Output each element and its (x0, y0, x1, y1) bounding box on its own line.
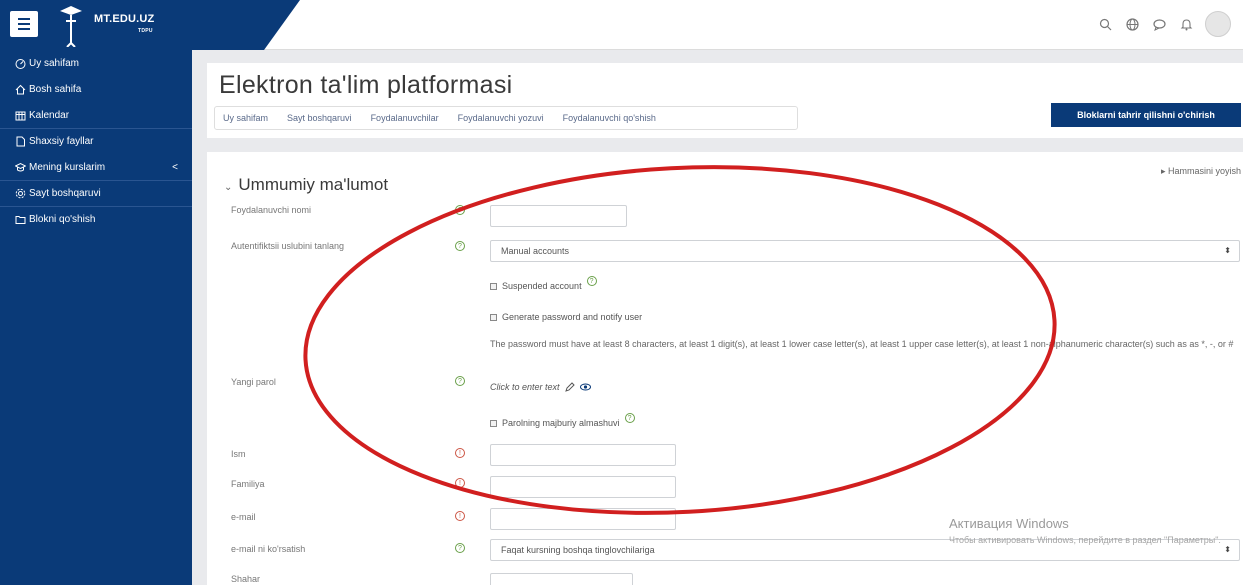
eye-icon[interactable] (579, 383, 591, 391)
required-icon: ! (455, 511, 465, 521)
graduate-logo-icon (60, 6, 82, 47)
windows-activation-subtitle: Чтобы активировать Windows, перейдите в … (949, 535, 1221, 545)
chat-icon[interactable] (1151, 16, 1167, 32)
page-title: Elektron ta'lim platformasi (219, 71, 513, 99)
sidebar-item-label: Shaxsiy fayllar (29, 136, 94, 147)
breadcrumb: Uy sahifam Sayt boshqaruvi Foydalanuvchi… (214, 106, 798, 130)
generate-password-checkbox[interactable] (490, 313, 497, 321)
page-header: Elektron ta'lim platformasi Uy sahifam S… (207, 63, 1243, 138)
email-label: e-mail (231, 512, 256, 522)
new-password-label: Yangi parol (231, 377, 276, 387)
graduation-cap-icon (15, 162, 26, 171)
sidebar-item-label: Bosh sahifa (29, 83, 82, 95)
calendar-icon (15, 111, 26, 120)
select-arrow-icon: ⬍ (1224, 545, 1231, 554)
bell-icon[interactable] (1178, 16, 1194, 32)
email-display-label: e-mail ni ko'rsatish (231, 544, 306, 554)
lastname-label: Familiya (231, 479, 265, 489)
sidebar-item-dashboard[interactable]: Uy sahifam (0, 50, 192, 76)
city-input[interactable] (490, 573, 633, 585)
suspended-row: Suspended account ? (490, 276, 597, 291)
sidebar-item-home[interactable]: Bosh sahifa (0, 76, 192, 102)
breadcrumb-item: Foydalanuvchi qo'shish (562, 113, 656, 123)
breadcrumb-item[interactable]: Foydalanuvchi yozuvi (458, 113, 544, 123)
city-label: Shahar (231, 574, 261, 584)
sidebar-item-private-files[interactable]: Shaxsiy fayllar (0, 128, 192, 154)
hamburger-icon (18, 18, 30, 20)
top-navbar: MT.EDU.UZ TDPU (0, 0, 1243, 50)
help-icon[interactable]: ? (455, 205, 465, 215)
menu-toggle-button[interactable] (10, 11, 38, 37)
sidebar: Uy sahifam Bosh sahifa Kalendar Shaxsiy … (0, 50, 192, 585)
sidebar-item-label: Blokni qo'shish (29, 214, 96, 225)
chevron-left-icon[interactable]: < (172, 162, 178, 173)
section-title[interactable]: ⌄ Ummumiy ma'lumot (224, 175, 388, 195)
help-icon[interactable]: ? (455, 376, 465, 386)
generate-password-label: Generate password and notify user (502, 312, 643, 322)
sidebar-item-add-block[interactable]: Blokni qo'shish (0, 206, 192, 232)
help-icon[interactable]: ? (455, 543, 465, 553)
sidebar-item-site-admin[interactable]: Sayt boshqaruvi (0, 180, 192, 206)
breadcrumb-item[interactable]: Uy sahifam (223, 113, 268, 123)
site-subname: TDPU (138, 28, 153, 34)
file-icon (16, 136, 25, 147)
edit-blocks-button[interactable]: Bloklarni tahrir qilishni o'chirish (1051, 103, 1241, 127)
sidebar-item-calendar[interactable]: Kalendar (0, 102, 192, 128)
navbar-icons (1097, 11, 1231, 37)
dashboard-icon (15, 58, 26, 69)
sidebar-item-my-courses[interactable]: Mening kurslarim < (0, 154, 192, 180)
select-arrow-icon: ⬍ (1224, 246, 1231, 255)
required-icon: ! (455, 478, 465, 488)
required-icon: ! (455, 448, 465, 458)
username-label: Foydalanuvchi nomi (231, 205, 312, 215)
firstname-label: Ism (231, 449, 246, 459)
username-input[interactable] (490, 205, 627, 227)
chevron-down-icon: ⌄ (224, 182, 233, 193)
force-password-change-label: Parolning majburiy almashuvi (502, 418, 620, 428)
expand-all-link[interactable]: ▸ Hammasini yoyish (1161, 166, 1241, 177)
help-icon[interactable]: ? (455, 241, 465, 251)
navbar-brand-area (0, 0, 300, 50)
help-icon[interactable]: ? (586, 276, 597, 286)
site-name[interactable]: MT.EDU.UZ (94, 13, 154, 25)
breadcrumb-item[interactable]: Sayt boshqaruvi (287, 113, 352, 123)
folder-icon (15, 216, 26, 224)
sidebar-item-label: Mening kurslarim (29, 161, 106, 173)
lastname-input[interactable] (490, 476, 676, 498)
password-policy-note: The password must have at least 8 charac… (490, 339, 1234, 349)
auth-method-select[interactable]: Manual accounts ⬍ (490, 240, 1240, 262)
force-password-change-checkbox[interactable] (490, 419, 497, 427)
gear-icon (15, 188, 26, 199)
auth-method-label: Autentifiktsii uslubini tanlang (231, 241, 345, 251)
sidebar-item-label: Uy sahifam (29, 57, 80, 69)
firstname-input[interactable] (490, 444, 676, 466)
breadcrumb-item[interactable]: Foydalanuvchilar (371, 113, 439, 123)
add-user-form: ▸ Hammasini yoyish ⌄ Ummumiy ma'lumot Foy… (207, 152, 1243, 585)
sidebar-item-label: Sayt boshqaruvi (29, 188, 101, 199)
sidebar-item-label: Kalendar (29, 109, 70, 121)
globe-icon[interactable] (1124, 16, 1140, 32)
home-icon (15, 84, 26, 94)
user-avatar[interactable] (1205, 11, 1231, 37)
suspended-label: Suspended account (502, 281, 582, 291)
windows-activation-title: Активация Windows (949, 516, 1069, 531)
password-edit-field[interactable]: Click to enter text (490, 382, 591, 392)
generate-password-row: Generate password and notify user (490, 312, 642, 322)
force-password-change-row: Parolning majburiy almashuvi ? (490, 413, 635, 428)
pencil-icon[interactable] (564, 382, 575, 392)
help-icon[interactable]: ? (624, 413, 635, 423)
email-input[interactable] (490, 508, 676, 530)
suspended-checkbox[interactable] (490, 282, 497, 290)
search-icon[interactable] (1097, 16, 1113, 32)
